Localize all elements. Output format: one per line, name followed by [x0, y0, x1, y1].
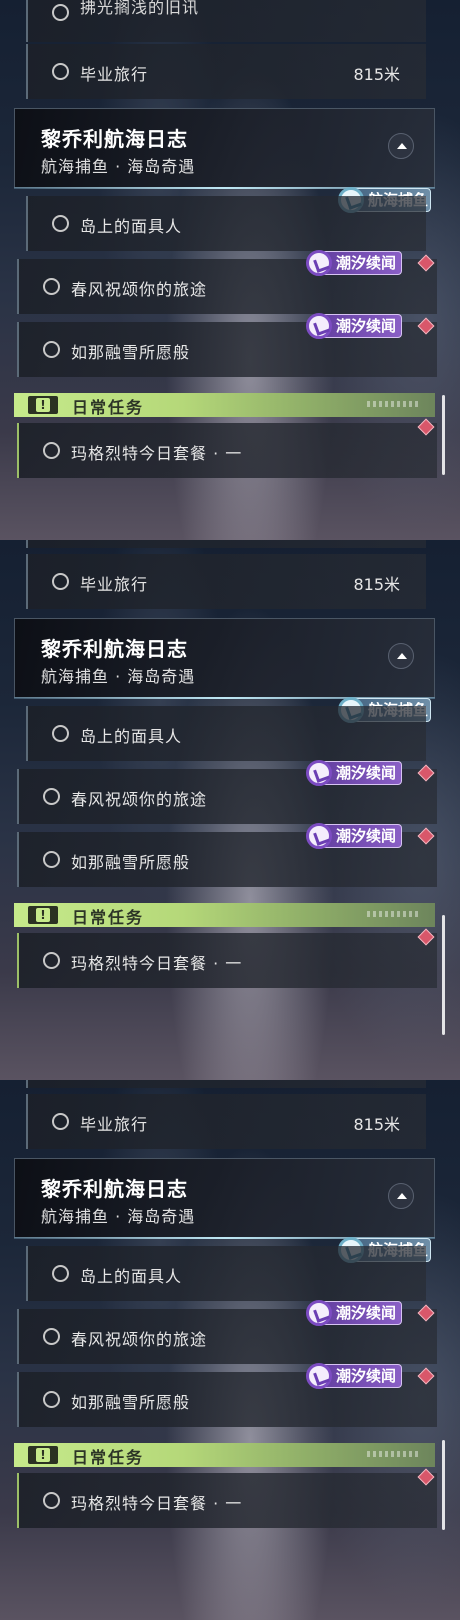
- quest-status-circle-icon: [43, 851, 60, 868]
- daily-quest-item[interactable]: 玛格烈特今日套餐 · 一: [17, 1473, 437, 1528]
- tide-tag-label: 潮汐续闻: [336, 317, 397, 335]
- tide-icon: [306, 1300, 332, 1326]
- quest-item-label: 岛上的面具人: [80, 217, 183, 236]
- quest-group-header[interactable]: 黎乔利航海日志 航海捕鱼 · 海岛奇遇: [14, 618, 435, 699]
- quest-item-label: 玛格烈特今日套餐 · 一: [71, 444, 243, 463]
- quest-group-subtitle: 航海捕鱼 · 海岛奇遇: [41, 157, 196, 176]
- quest-panel: 毕业旅行 815米 黎乔利航海日志 航海捕鱼 · 海岛奇遇 航海捕鱼 岛上的面具…: [0, 1080, 460, 1620]
- daily-quest-header[interactable]: ! 日常任务: [14, 1443, 435, 1467]
- quest-item-partial[interactable]: [26, 1080, 426, 1088]
- quest-status-circle-icon: [43, 341, 60, 358]
- quest-status-circle-icon: [43, 788, 60, 805]
- quest-status-circle-icon: [52, 215, 69, 232]
- quest-status-circle-icon: [52, 725, 69, 742]
- quest-group-title: 黎乔利航海日志: [41, 127, 188, 151]
- daily-quest-header[interactable]: ! 日常任务: [14, 903, 435, 927]
- quest-distance: 815米: [353, 575, 400, 594]
- tide-tag-label: 潮汐续闻: [336, 1304, 397, 1322]
- quest-item-label: 春风祝颂你的旅途: [71, 790, 208, 809]
- quest-group-header[interactable]: 黎乔利航海日志 航海捕鱼 · 海岛奇遇: [14, 1158, 435, 1239]
- exclamation-icon: !: [28, 906, 58, 924]
- quest-item-travel[interactable]: 毕业旅行 815米: [26, 44, 426, 99]
- quest-status-circle-icon: [52, 573, 69, 590]
- quest-status-circle-icon: [43, 1492, 60, 1509]
- quest-item-label: 如那融雪所愿般: [71, 343, 191, 362]
- daily-quest-title: 日常任务: [72, 1448, 145, 1467]
- quest-item-label: 玛格烈特今日套餐 · 一: [71, 1494, 243, 1513]
- quest-status-circle-icon: [52, 4, 69, 21]
- decorative-pattern: [367, 1451, 421, 1457]
- quest-item-label: 岛上的面具人: [80, 1267, 183, 1286]
- quest-item-label: 玛格烈特今日套餐 · 一: [71, 954, 243, 973]
- decorative-pattern: [367, 911, 421, 917]
- quest-item-label: 春风祝颂你的旅途: [71, 1330, 208, 1349]
- quest-item[interactable]: 岛上的面具人: [26, 706, 426, 761]
- quest-item-partial[interactable]: [26, 540, 426, 548]
- quest-panel: 拂光搁浅的旧讯 毕业旅行 815米 黎乔利航海日志 航海捕鱼 · 海岛奇遇 航海…: [0, 0, 460, 540]
- quest-status-circle-icon: [52, 1113, 69, 1130]
- quest-status-circle-icon: [43, 952, 60, 969]
- tide-tag-label: 潮汐续闻: [336, 764, 397, 782]
- quest-group-title: 黎乔利航海日志: [41, 1177, 188, 1201]
- quest-status-circle-icon: [52, 63, 69, 80]
- quest-item-label: 毕业旅行: [80, 1115, 149, 1134]
- daily-quest-item[interactable]: 玛格烈特今日套餐 · 一: [17, 423, 437, 478]
- tide-tag: 潮汐续闻: [306, 823, 402, 849]
- tide-icon: [306, 313, 332, 339]
- tide-icon: [306, 1363, 332, 1389]
- quest-group-subtitle: 航海捕鱼 · 海岛奇遇: [41, 667, 196, 686]
- exclamation-icon: !: [28, 1446, 58, 1464]
- scrollbar[interactable]: [442, 1440, 445, 1530]
- tide-tag: 潮汐续闻: [306, 1363, 402, 1389]
- quest-item-travel[interactable]: 毕业旅行 815米: [26, 554, 426, 609]
- quest-status-circle-icon: [43, 442, 60, 459]
- tide-icon: [306, 823, 332, 849]
- daily-quest-header[interactable]: ! 日常任务: [14, 393, 435, 417]
- quest-item-label: 毕业旅行: [80, 575, 149, 594]
- quest-status-circle-icon: [43, 1328, 60, 1345]
- quest-item-label: 拂光搁浅的旧讯: [80, 0, 200, 17]
- quest-item[interactable]: 岛上的面具人: [26, 196, 426, 251]
- quest-item-label: 如那融雪所愿般: [71, 1393, 191, 1412]
- quest-status-circle-icon: [52, 1265, 69, 1282]
- exclamation-icon: !: [28, 396, 58, 414]
- quest-distance: 815米: [353, 1115, 400, 1134]
- quest-group-subtitle: 航海捕鱼 · 海岛奇遇: [41, 1207, 196, 1226]
- quest-distance: 815米: [353, 65, 400, 84]
- daily-quest-title: 日常任务: [72, 398, 145, 417]
- quest-status-circle-icon: [43, 278, 60, 295]
- tide-tag: 潮汐续闻: [306, 250, 402, 276]
- quest-item-travel[interactable]: 毕业旅行 815米: [26, 1094, 426, 1149]
- tide-icon: [306, 760, 332, 786]
- quest-item[interactable]: 岛上的面具人: [26, 1246, 426, 1301]
- quest-item-label: 春风祝颂你的旅途: [71, 280, 208, 299]
- quest-group-title: 黎乔利航海日志: [41, 637, 188, 661]
- daily-quest-title: 日常任务: [72, 908, 145, 927]
- tide-tag: 潮汐续闻: [306, 313, 402, 339]
- quest-item-partial[interactable]: 拂光搁浅的旧讯: [26, 0, 426, 42]
- quest-item-label: 如那融雪所愿般: [71, 853, 191, 872]
- tide-tag-label: 潮汐续闻: [336, 827, 397, 845]
- tide-icon: [306, 250, 332, 276]
- quest-item-label: 毕业旅行: [80, 65, 149, 84]
- daily-quest-item[interactable]: 玛格烈特今日套餐 · 一: [17, 933, 437, 988]
- quest-item-label: 岛上的面具人: [80, 727, 183, 746]
- scrollbar[interactable]: [442, 395, 445, 475]
- quest-group-header[interactable]: 黎乔利航海日志 航海捕鱼 · 海岛奇遇: [14, 108, 435, 189]
- tide-tag: 潮汐续闻: [306, 1300, 402, 1326]
- tide-tag: 潮汐续闻: [306, 760, 402, 786]
- collapse-chevron-icon[interactable]: [388, 133, 414, 159]
- quest-panel: 毕业旅行 815米 黎乔利航海日志 航海捕鱼 · 海岛奇遇 航海捕鱼 岛上的面具…: [0, 540, 460, 1080]
- tide-tag-label: 潮汐续闻: [336, 254, 397, 272]
- decorative-pattern: [367, 401, 421, 407]
- collapse-chevron-icon[interactable]: [388, 643, 414, 669]
- quest-status-circle-icon: [43, 1391, 60, 1408]
- tide-tag-label: 潮汐续闻: [336, 1367, 397, 1385]
- collapse-chevron-icon[interactable]: [388, 1183, 414, 1209]
- scrollbar[interactable]: [442, 915, 445, 1035]
